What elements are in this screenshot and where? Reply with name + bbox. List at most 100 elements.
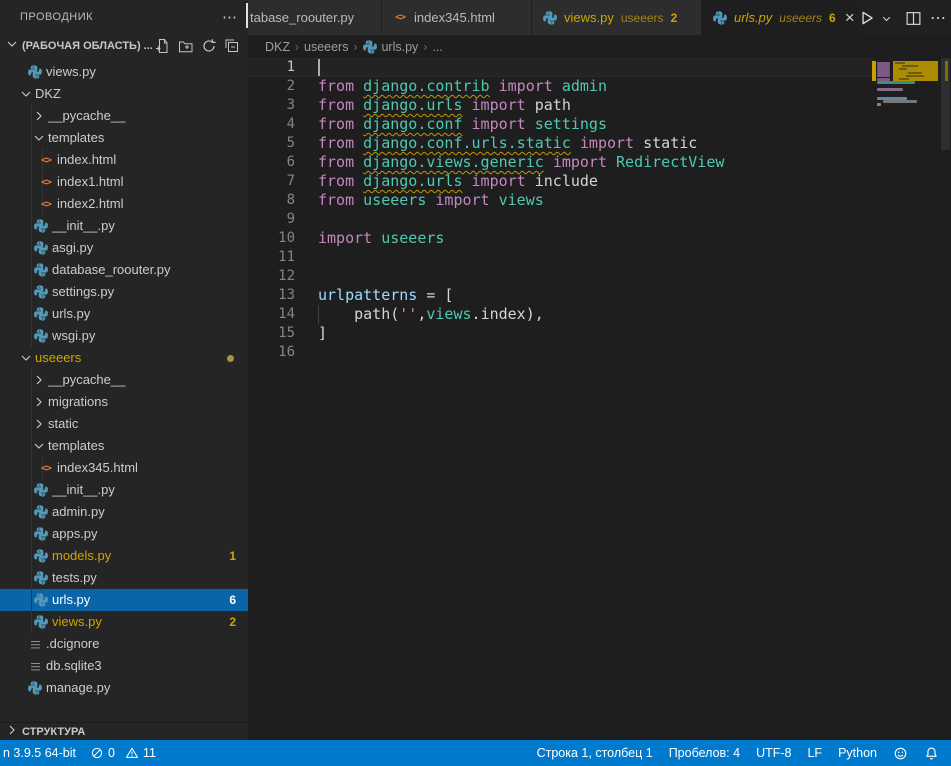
python-interpreter-status[interactable]: n 3.9.5 64-bit bbox=[3, 746, 76, 760]
code-line-15[interactable]: 15] bbox=[248, 324, 872, 343]
html-icon: <> bbox=[38, 196, 54, 212]
chevron-right-icon bbox=[31, 394, 47, 410]
tree-item-useeers[interactable]: useeers bbox=[0, 347, 248, 369]
tree-item-models.py[interactable]: models.py1 bbox=[0, 545, 248, 567]
more-actions-icon[interactable]: ⋯ bbox=[926, 7, 951, 29]
code-line-4[interactable]: 4from django.conf import settings bbox=[248, 115, 872, 134]
code-line-1[interactable]: 1 bbox=[248, 58, 872, 77]
explorer-more-actions-icon[interactable]: ⋯ bbox=[222, 8, 238, 26]
indent-guide bbox=[31, 479, 32, 501]
code-line-7[interactable]: 7from django.urls import include bbox=[248, 172, 872, 191]
code-line-16[interactable]: 16 bbox=[248, 343, 872, 362]
chevron-right-icon bbox=[31, 108, 47, 124]
workspace-label: (РАБОЧАЯ ОБЛАСТЬ) ... bbox=[22, 40, 153, 52]
tab-views.py[interactable]: views.pyuseeers2 bbox=[532, 0, 702, 35]
line-number: 2 bbox=[248, 77, 295, 96]
code-line-12[interactable]: 12 bbox=[248, 267, 872, 286]
tab-tabase_roouter.py[interactable]: tabase_roouter.py bbox=[248, 0, 382, 35]
code-line-13[interactable]: 13urlpatterns = [ bbox=[248, 286, 872, 305]
tree-item-views.py[interactable]: views.py bbox=[0, 61, 248, 83]
tree-item-tests.py[interactable]: tests.py bbox=[0, 567, 248, 589]
indentation-status[interactable]: Пробелов: 4 bbox=[669, 746, 740, 760]
file-name: __pycache__ bbox=[48, 372, 125, 388]
tree-item-urls.py[interactable]: urls.py bbox=[0, 303, 248, 325]
breadcrumb-item-DKZ[interactable]: DKZ bbox=[265, 40, 290, 54]
tree-item-__pycache__[interactable]: __pycache__ bbox=[0, 369, 248, 391]
tree-item-templates[interactable]: templates bbox=[0, 435, 248, 457]
cursor-position-status[interactable]: Строка 1, столбец 1 bbox=[537, 746, 653, 760]
tree-item-templates[interactable]: templates bbox=[0, 127, 248, 149]
tab-label: views.py bbox=[564, 10, 614, 25]
eol-status[interactable]: LF bbox=[807, 746, 822, 760]
notifications-bell-icon[interactable] bbox=[924, 746, 939, 761]
tree-item-admin.py[interactable]: admin.py bbox=[0, 501, 248, 523]
tree-item-DKZ[interactable]: DKZ bbox=[0, 83, 248, 105]
close-icon[interactable]: × bbox=[845, 10, 855, 26]
breadcrumb-item-...[interactable]: ... bbox=[432, 40, 442, 54]
tree-item-wsgi.py[interactable]: wsgi.py bbox=[0, 325, 248, 347]
encoding-status[interactable]: UTF-8 bbox=[756, 746, 791, 760]
tab-label: tabase_roouter.py bbox=[250, 10, 354, 25]
workspace-section-header[interactable]: (РАБОЧАЯ ОБЛАСТЬ) ... bbox=[0, 34, 248, 57]
tree-item-static[interactable]: static bbox=[0, 413, 248, 435]
code-line-10[interactable]: 10import useeers bbox=[248, 229, 872, 248]
tree-item-.dcignore[interactable]: .dcignore bbox=[0, 633, 248, 655]
tree-item-db.sqlite3[interactable]: db.sqlite3 bbox=[0, 655, 248, 677]
breadcrumb-item-urls.py[interactable]: urls.py bbox=[362, 40, 418, 55]
indent-guide bbox=[31, 215, 32, 237]
code-line-3[interactable]: 3from django.urls import path bbox=[248, 96, 872, 115]
split-editor-button[interactable] bbox=[905, 7, 922, 29]
tree-item-settings.py[interactable]: settings.py bbox=[0, 281, 248, 303]
code-line-14[interactable]: 14 path('',views.index), bbox=[248, 305, 872, 324]
file-name: settings.py bbox=[52, 284, 114, 300]
run-dropdown-chevron-icon[interactable] bbox=[880, 7, 893, 29]
tab-urls.py[interactable]: urls.pyuseeers6× bbox=[702, 0, 858, 35]
tree-item-index345.html[interactable]: <>index345.html bbox=[0, 457, 248, 479]
problems-status[interactable]: 0 11 bbox=[90, 746, 156, 760]
indent-guide bbox=[31, 325, 32, 347]
python-icon bbox=[33, 284, 49, 300]
tree-item-urls.py[interactable]: urls.py6 bbox=[0, 589, 248, 611]
tree-item-migrations[interactable]: migrations bbox=[0, 391, 248, 413]
file-name: static bbox=[48, 416, 78, 432]
code-editor[interactable]: 12from django.contrib import admin3from … bbox=[248, 58, 951, 740]
line-number: 7 bbox=[248, 172, 295, 191]
code-line-5[interactable]: 5from django.conf.urls.static import sta… bbox=[248, 134, 872, 153]
feedback-icon[interactable] bbox=[893, 746, 908, 761]
run-button[interactable] bbox=[858, 7, 876, 29]
tab-index345.html[interactable]: <>index345.html bbox=[382, 0, 532, 35]
outline-section-header[interactable]: СТРУКТУРА bbox=[0, 722, 248, 740]
python-icon bbox=[33, 592, 49, 608]
tree-item-index1.html[interactable]: <>index1.html bbox=[0, 171, 248, 193]
code-line-6[interactable]: 6from django.views.generic import Redire… bbox=[248, 153, 872, 172]
collapse-all-icon[interactable] bbox=[224, 38, 240, 54]
editor-scrollbar[interactable] bbox=[940, 58, 951, 740]
tree-item-__init__.py[interactable]: __init__.py bbox=[0, 479, 248, 501]
language-mode-status[interactable]: Python bbox=[838, 746, 877, 760]
line-number: 14 bbox=[248, 305, 295, 324]
tree-item-views.py[interactable]: views.py2 bbox=[0, 611, 248, 633]
code-line-11[interactable]: 11 bbox=[248, 248, 872, 267]
tree-item-index.html[interactable]: <>index.html bbox=[0, 149, 248, 171]
tree-item-asgi.py[interactable]: asgi.py bbox=[0, 237, 248, 259]
minimap[interactable] bbox=[872, 58, 940, 740]
file-name: migrations bbox=[48, 394, 108, 410]
vscode-window: ПРОВОДНИК ⋯ (РАБОЧАЯ ОБЛАСТЬ) ... views.… bbox=[0, 0, 951, 766]
indent-guide bbox=[31, 611, 32, 633]
new-folder-icon[interactable] bbox=[178, 38, 194, 54]
breadcrumb-item-useeers[interactable]: useeers bbox=[304, 40, 348, 54]
code-line-9[interactable]: 9 bbox=[248, 210, 872, 229]
tree-item-manage.py[interactable]: manage.py bbox=[0, 677, 248, 699]
chevron-down-icon bbox=[4, 36, 20, 55]
tree-item-apps.py[interactable]: apps.py bbox=[0, 523, 248, 545]
tree-item-__init__.py[interactable]: __init__.py bbox=[0, 215, 248, 237]
code-line-8[interactable]: 8from useeers import views bbox=[248, 191, 872, 210]
tree-item-database_roouter.py[interactable]: database_roouter.py bbox=[0, 259, 248, 281]
indent-guide bbox=[31, 589, 32, 611]
tree-item-__pycache__[interactable]: __pycache__ bbox=[0, 105, 248, 127]
new-file-icon[interactable] bbox=[155, 38, 171, 54]
minimap-code-bar bbox=[883, 100, 917, 103]
tree-item-index2.html[interactable]: <>index2.html bbox=[0, 193, 248, 215]
code-line-2[interactable]: 2from django.contrib import admin bbox=[248, 77, 872, 96]
refresh-icon[interactable] bbox=[201, 38, 217, 54]
